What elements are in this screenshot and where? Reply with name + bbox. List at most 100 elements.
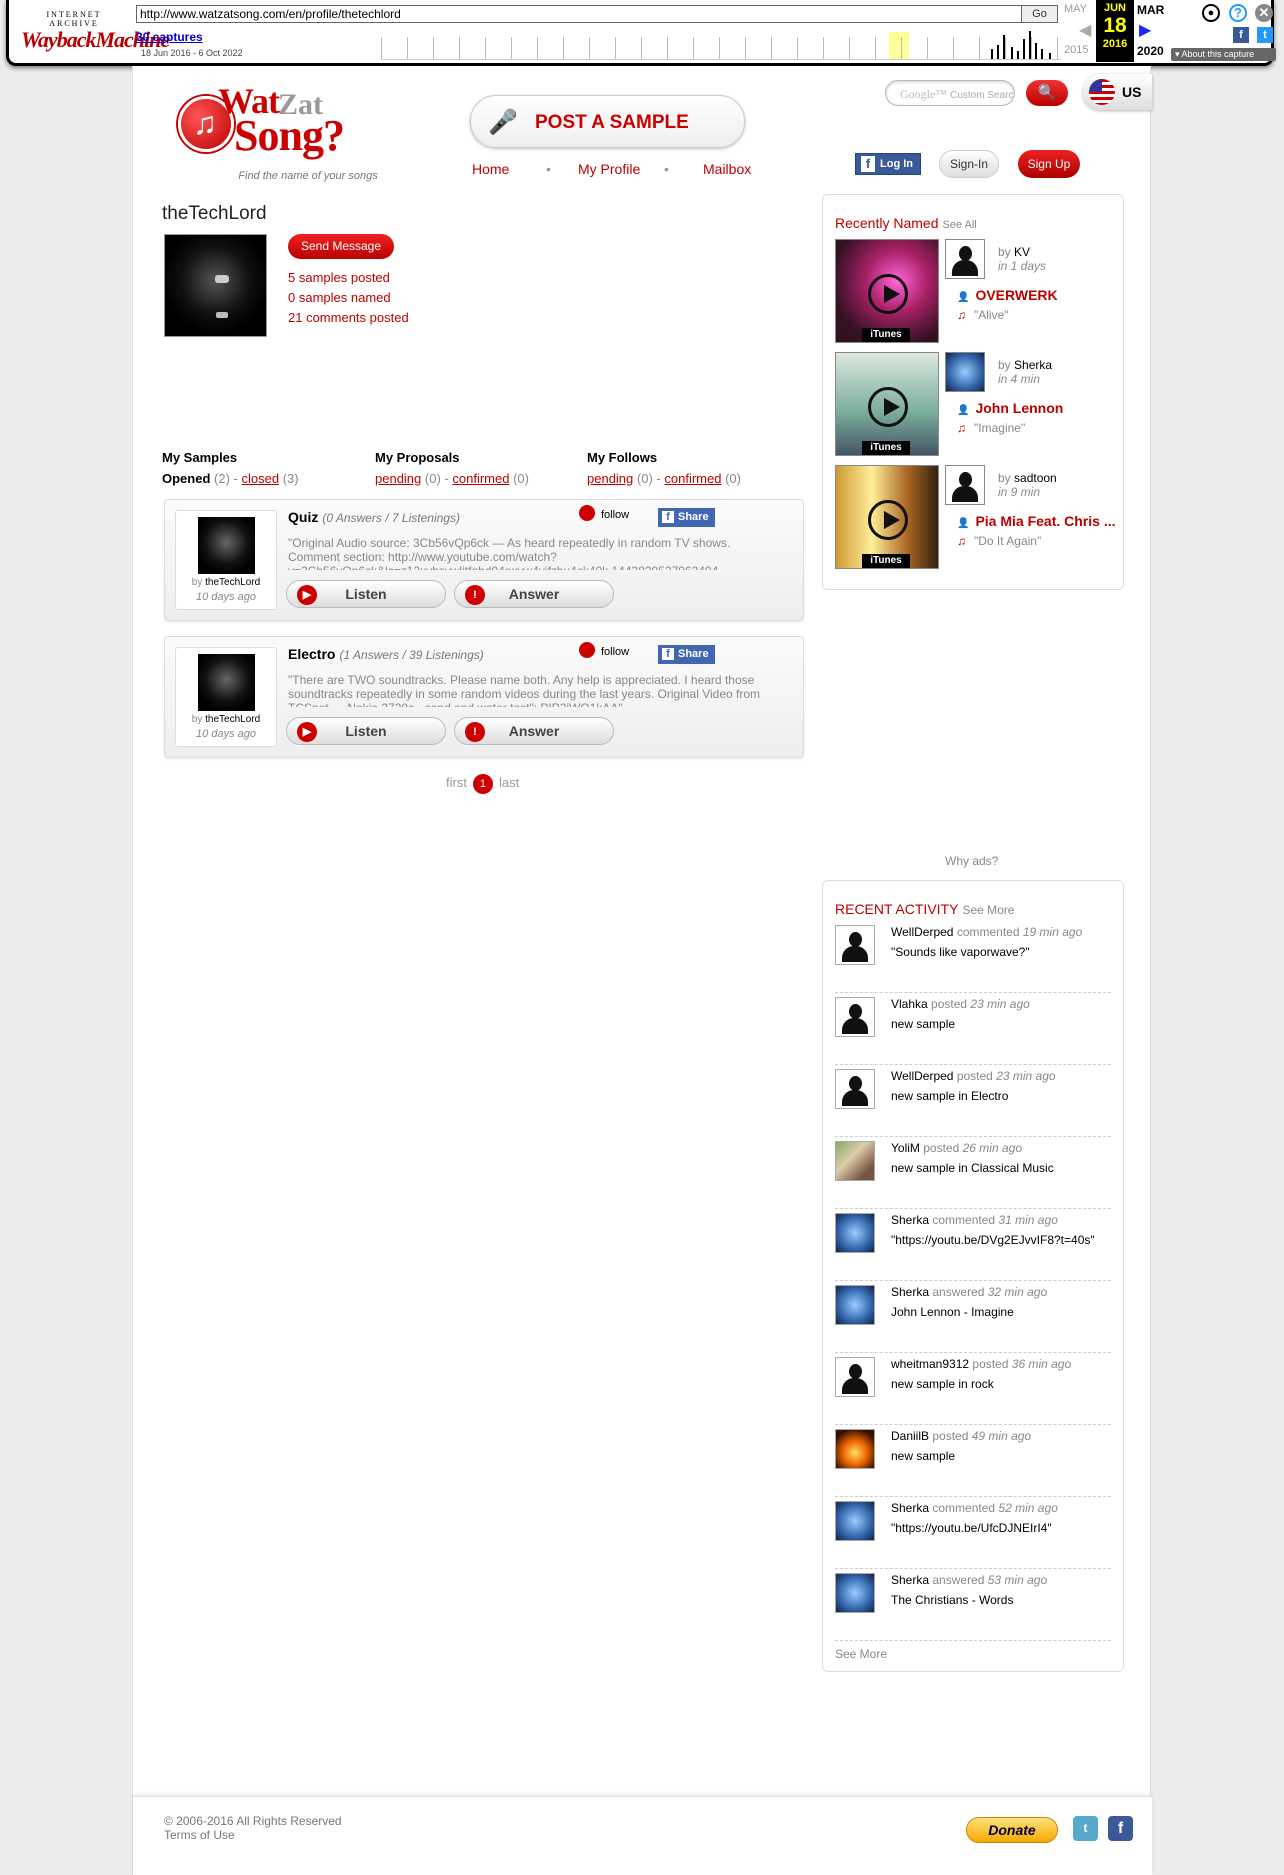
filter-closed[interactable]: closed xyxy=(242,471,280,486)
activity-user[interactable]: Sherka xyxy=(891,1213,929,1227)
user-avatar[interactable] xyxy=(945,239,985,279)
activity-text[interactable]: new sample xyxy=(891,1017,955,1031)
filter-opened[interactable]: Opened xyxy=(162,471,210,486)
wayback-next-arrow-icon[interactable]: ▶ xyxy=(1139,20,1151,40)
nav-home[interactable]: Home xyxy=(472,161,509,177)
capture-bar[interactable] xyxy=(1003,35,1005,59)
activity-text[interactable]: new sample in rock xyxy=(891,1377,994,1391)
wayback-next-month[interactable]: MAR xyxy=(1137,3,1164,17)
activity-text[interactable]: The Christians - Words xyxy=(891,1593,1013,1607)
sign-in-button[interactable]: Sign-In xyxy=(939,150,999,178)
sample-title[interactable]: Quiz (0 Answers / 7 Listenings) xyxy=(288,509,460,525)
follows-pending[interactable]: pending xyxy=(587,471,633,486)
activity-text[interactable]: "https://youtu.be/DVg2EJvvIF8?t=40s" xyxy=(891,1233,1095,1247)
capture-bar[interactable] xyxy=(1011,47,1013,59)
itunes-badge[interactable]: iTunes xyxy=(862,328,910,342)
wayback-logo[interactable]: INTERNET ARCHIVE WaybackMachine xyxy=(21,10,170,52)
song-title[interactable]: "Do It Again" xyxy=(957,534,1041,548)
song-title[interactable]: "Alive" xyxy=(957,308,1009,322)
user-link[interactable]: Sherka xyxy=(1014,358,1052,372)
play-icon[interactable] xyxy=(868,387,908,427)
listen-button[interactable]: ▶ Listen xyxy=(286,717,446,745)
samples-posted-link[interactable]: 5 samples posted xyxy=(288,268,409,288)
wayback-prev-arrow-icon[interactable]: ◀ xyxy=(1079,20,1091,40)
activity-avatar[interactable] xyxy=(835,997,875,1037)
activity-avatar[interactable] xyxy=(835,1501,875,1541)
capture-bar[interactable] xyxy=(1049,53,1051,59)
pager-current[interactable]: 1 xyxy=(472,774,493,794)
facebook-share-button[interactable]: Share xyxy=(658,508,715,527)
facebook-login-button[interactable]: Log In xyxy=(855,153,921,175)
activity-user[interactable]: Sherka xyxy=(891,1573,929,1587)
follow-button[interactable]: follow xyxy=(579,509,629,521)
activity-avatar[interactable] xyxy=(835,1141,875,1181)
wayback-next-year[interactable]: 2020 xyxy=(1137,44,1164,58)
activity-user[interactable]: Sherka xyxy=(891,1285,929,1299)
twitter-icon[interactable]: t xyxy=(1073,1816,1098,1841)
follow-button[interactable]: follow xyxy=(579,646,629,658)
sample-thumbnail[interactable] xyxy=(198,654,255,711)
itunes-badge[interactable]: iTunes xyxy=(862,441,910,455)
why-ads-link[interactable]: Why ads? xyxy=(945,854,998,868)
artist-link[interactable]: Pia Mia Feat. Chris ... xyxy=(957,513,1117,529)
answer-button[interactable]: ! Answer xyxy=(454,717,614,745)
country-selector[interactable]: US xyxy=(1083,74,1152,110)
close-icon[interactable]: ✕ xyxy=(1255,4,1273,22)
activity-avatar[interactable] xyxy=(835,1069,875,1109)
author-link[interactable]: theTechLord xyxy=(205,577,260,588)
nav-mailbox[interactable]: Mailbox xyxy=(703,161,751,177)
see-more-link[interactable]: See More xyxy=(962,903,1014,917)
donate-button[interactable]: Donate xyxy=(966,1817,1058,1843)
song-title[interactable]: "Imagine" xyxy=(957,421,1025,435)
wayback-twitter-icon[interactable]: t xyxy=(1257,27,1273,43)
wayback-facebook-icon[interactable]: f xyxy=(1233,27,1249,43)
facebook-share-button[interactable]: Share xyxy=(658,645,715,664)
samples-named-link[interactable]: 0 samples named xyxy=(288,288,409,308)
itunes-badge[interactable]: iTunes xyxy=(862,554,910,568)
user-account-icon[interactable]: ● xyxy=(1202,4,1220,22)
activity-user[interactable]: DaniilB xyxy=(891,1429,929,1443)
wayback-about-capture[interactable]: ▾ About this capture xyxy=(1171,48,1276,61)
answer-button[interactable]: ! Answer xyxy=(454,580,614,608)
author-link[interactable]: theTechLord xyxy=(205,714,260,725)
help-icon[interactable]: ? xyxy=(1229,4,1247,22)
listen-button[interactable]: ▶ Listen xyxy=(286,580,446,608)
wayback-captures-link[interactable]: 30 captures xyxy=(136,30,203,44)
capture-bar[interactable] xyxy=(997,45,999,59)
album-cover[interactable]: iTunes xyxy=(835,465,939,569)
capture-bar[interactable] xyxy=(1023,39,1025,59)
wayback-prev-year[interactable]: 2015 xyxy=(1064,44,1088,56)
activity-user[interactable]: WellDerped xyxy=(891,1069,953,1083)
user-link[interactable]: KV xyxy=(1014,245,1030,259)
activity-text[interactable]: "https://youtu.be/UfcDJNEIrI4" xyxy=(891,1521,1052,1535)
activity-avatar[interactable] xyxy=(835,1357,875,1397)
sample-thumbnail[interactable] xyxy=(198,517,255,574)
sample-title[interactable]: Electro (1 Answers / 39 Listenings) xyxy=(288,646,484,662)
activity-avatar[interactable] xyxy=(835,925,875,965)
artist-link[interactable]: OVERWERK xyxy=(957,287,1117,303)
user-avatar[interactable] xyxy=(945,465,985,505)
post-sample-button[interactable]: 🎤 POST A SAMPLE xyxy=(470,95,745,148)
activity-text[interactable]: new sample in Classical Music xyxy=(891,1161,1054,1175)
activity-text[interactable]: new sample in Electro xyxy=(891,1089,1008,1103)
activity-avatar[interactable] xyxy=(835,1573,875,1613)
activity-avatar[interactable] xyxy=(835,1429,875,1469)
follows-confirmed[interactable]: confirmed xyxy=(664,471,721,486)
capture-bar[interactable] xyxy=(991,49,993,59)
comments-posted-link[interactable]: 21 comments posted xyxy=(288,308,409,328)
proposals-pending[interactable]: pending xyxy=(375,471,421,486)
wayback-sparkline[interactable] xyxy=(381,30,1061,60)
send-message-button[interactable]: Send Message xyxy=(288,234,394,259)
wayback-prev-month[interactable]: MAY xyxy=(1064,3,1087,15)
activity-user[interactable]: Vlahka xyxy=(891,997,928,1011)
play-icon[interactable] xyxy=(868,274,908,314)
pager-last[interactable]: last xyxy=(499,775,519,790)
sign-up-button[interactable]: Sign Up xyxy=(1018,150,1080,178)
album-cover[interactable]: iTunes xyxy=(835,239,939,343)
activity-text[interactable]: John Lennon - Imagine xyxy=(891,1305,1014,1319)
activity-text[interactable]: "Sounds like vaporwave?" xyxy=(891,945,1030,959)
facebook-icon[interactable]: f xyxy=(1108,1816,1133,1841)
nav-my-profile[interactable]: My Profile xyxy=(578,161,640,177)
activity-avatar[interactable] xyxy=(835,1213,875,1253)
capture-bar[interactable] xyxy=(1041,49,1043,59)
